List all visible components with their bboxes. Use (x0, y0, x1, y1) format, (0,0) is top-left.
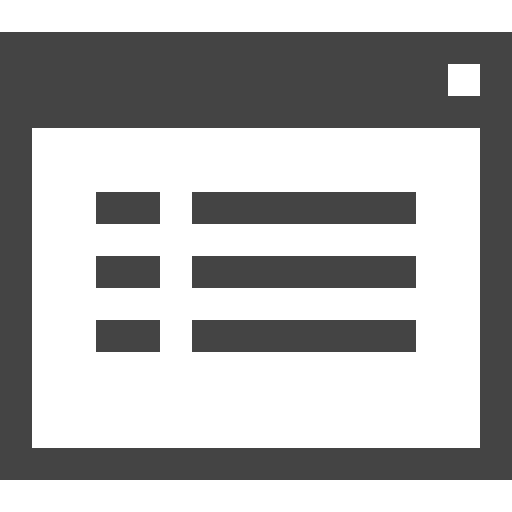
list-item (96, 192, 416, 224)
list-item (96, 256, 416, 288)
window-content-pane (32, 128, 480, 448)
window-list-icon (0, 0, 512, 512)
list-item (96, 320, 416, 352)
list-bullet-bar (96, 192, 160, 224)
list-text-bar (192, 320, 416, 352)
window-control-button[interactable] (448, 64, 480, 96)
window-frame (0, 32, 512, 480)
list-bullet-bar (96, 320, 160, 352)
window-titlebar (0, 32, 512, 128)
list-bullet-bar (96, 256, 160, 288)
list-text-bar (192, 256, 416, 288)
list-text-bar (192, 192, 416, 224)
